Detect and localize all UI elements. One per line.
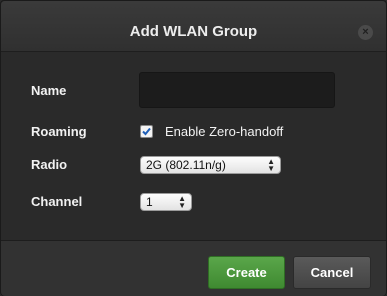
name-label: Name [31, 83, 67, 98]
name-input[interactable] [139, 72, 335, 108]
radio-select-value: 2G (802.11n/g) [146, 158, 226, 172]
zero-handoff-label[interactable]: Enable Zero-handoff [165, 124, 283, 139]
radio-label: Radio [31, 157, 68, 172]
channel-select[interactable]: 1 ▲ ▼ [140, 193, 192, 211]
cancel-button[interactable]: Cancel [293, 256, 371, 289]
channel-select-value: 1 [146, 195, 153, 209]
select-arrows-icon: ▲ ▼ [267, 157, 275, 173]
create-button[interactable]: Create [208, 256, 285, 289]
select-arrows-icon: ▲ ▼ [178, 194, 186, 210]
zero-handoff-checkbox[interactable] [140, 125, 153, 138]
close-icon[interactable]: × [358, 25, 373, 40]
checkmark-icon [142, 127, 151, 136]
channel-label: Channel [31, 194, 83, 209]
add-wlan-group-dialog: Add WLAN Group × Name Roaming Enable Zer… [0, 0, 387, 296]
roaming-label: Roaming [31, 124, 87, 139]
dialog-header: Add WLAN Group × [1, 1, 386, 52]
dialog-title: Add WLAN Group [129, 23, 258, 40]
radio-select[interactable]: 2G (802.11n/g) ▲ ▼ [140, 156, 281, 174]
